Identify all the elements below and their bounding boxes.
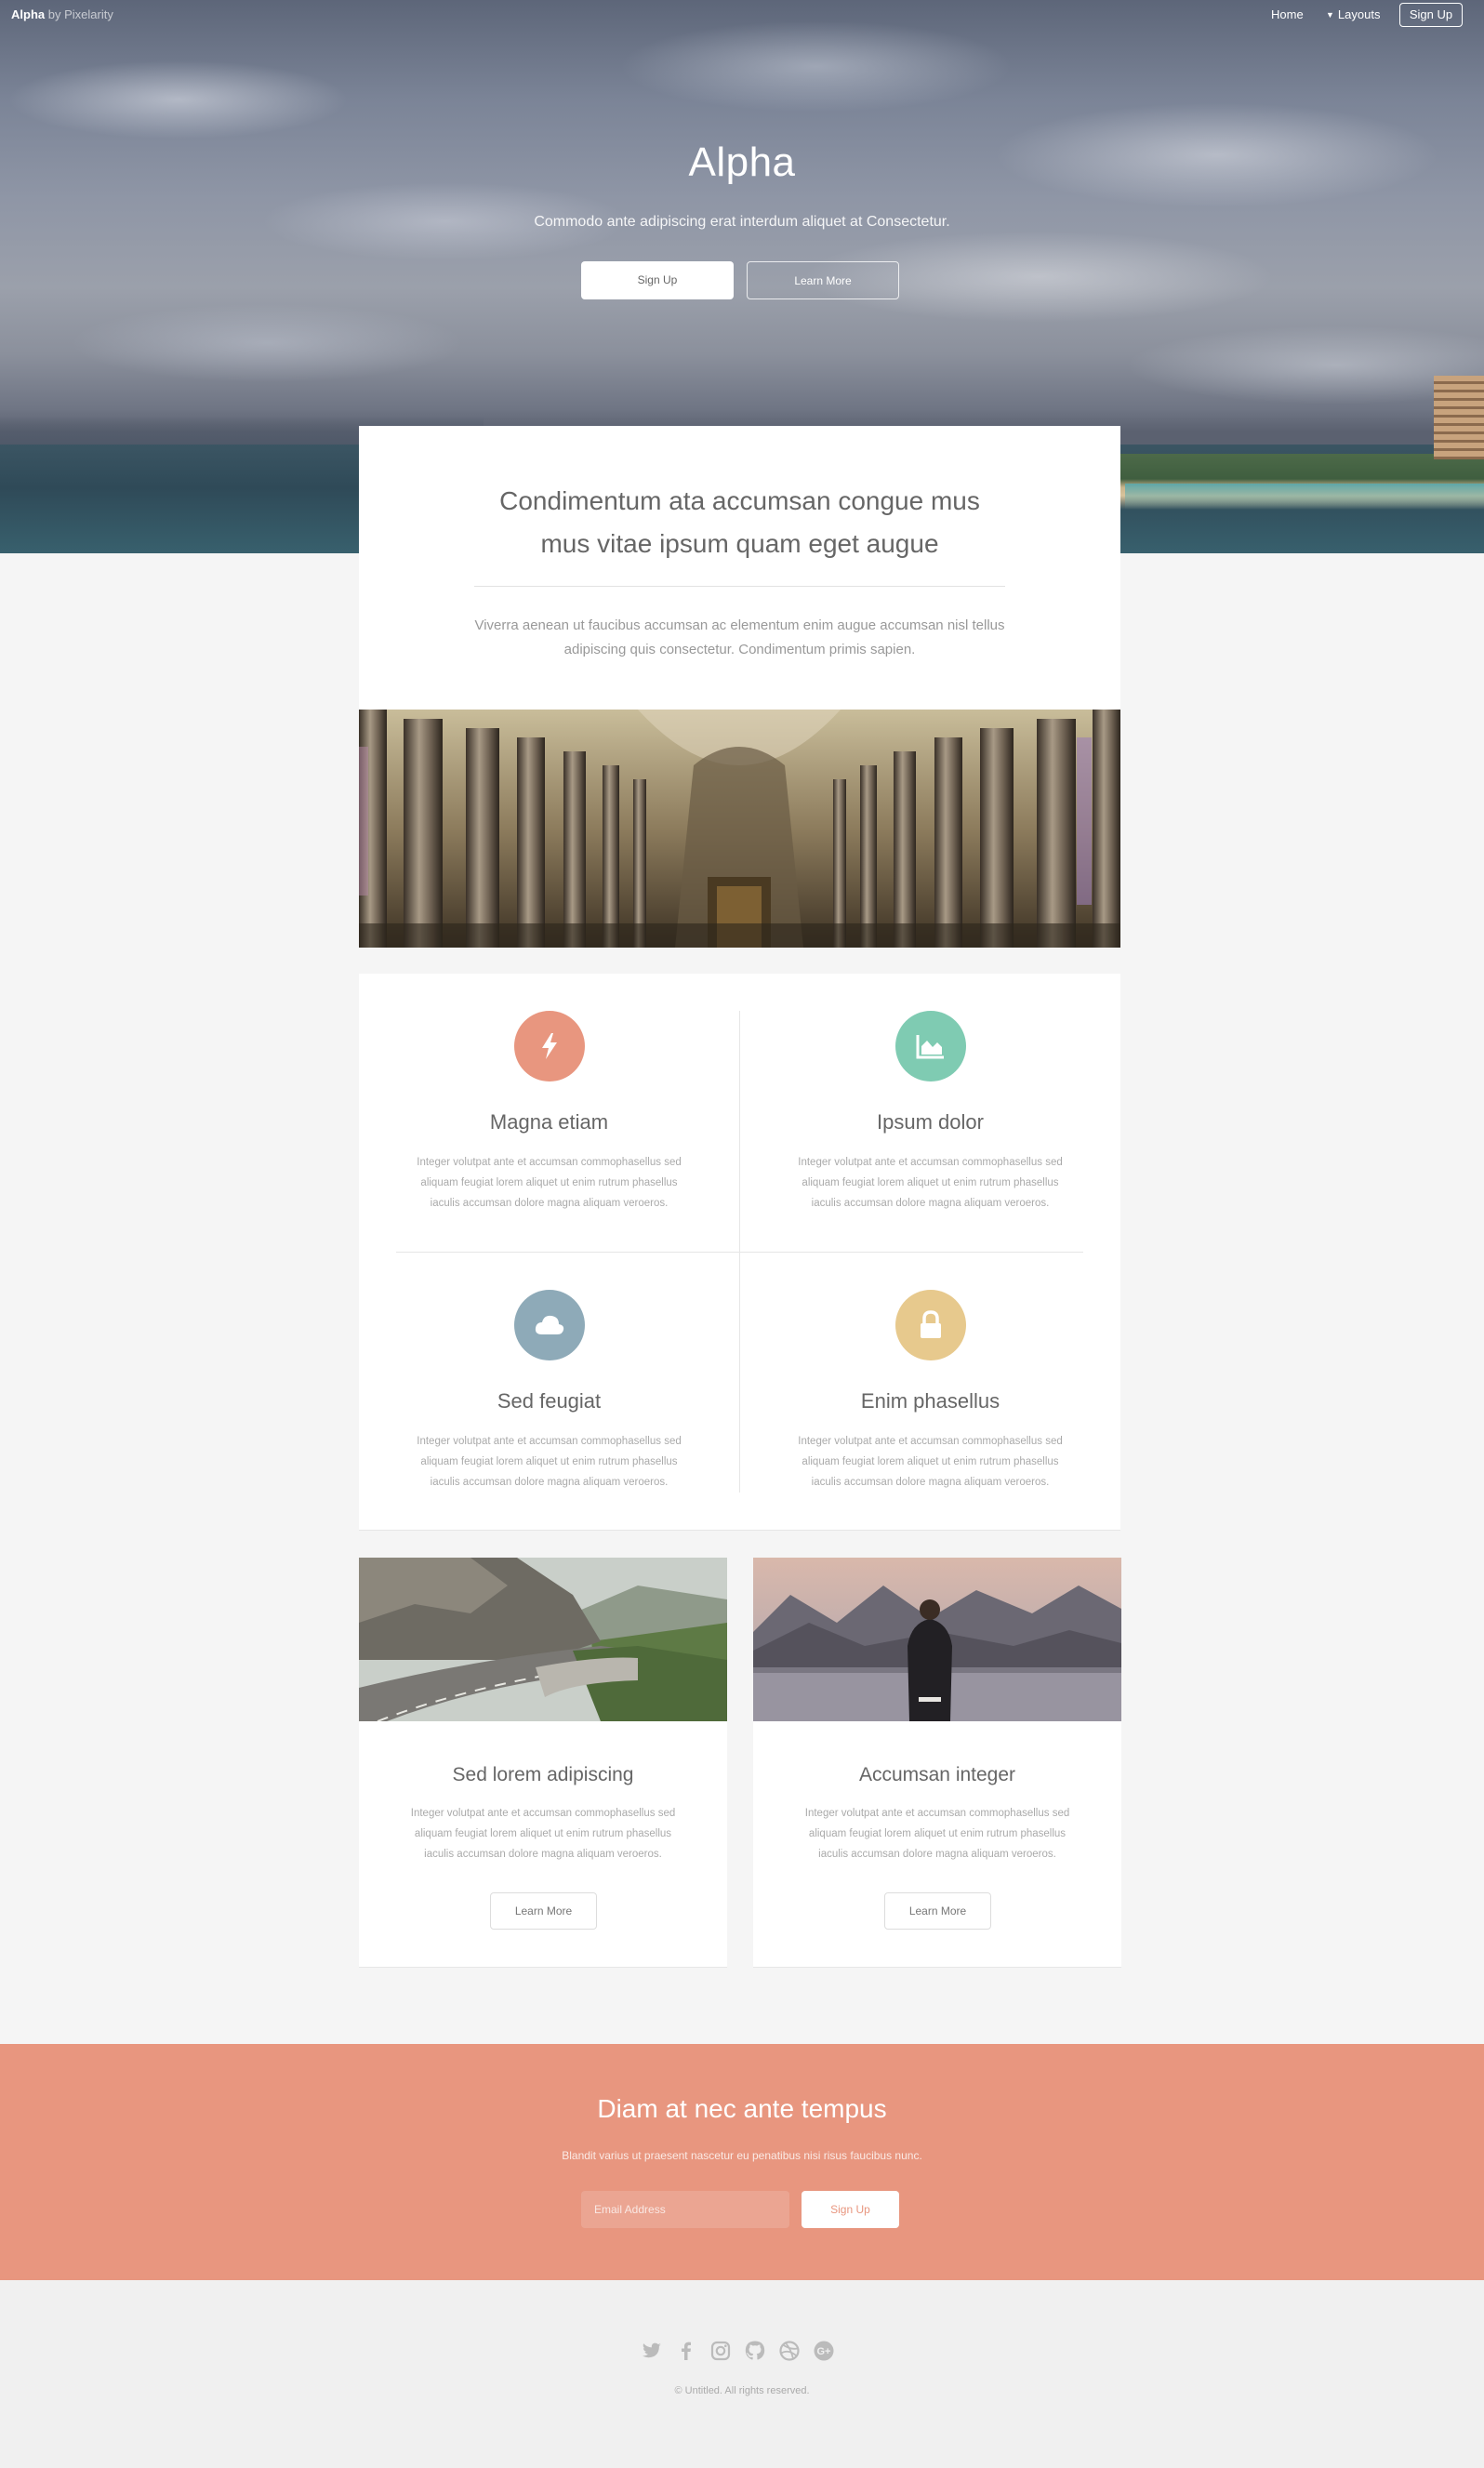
feature-enim-phasellus: Enim phasellus Integer volutpat ante et … bbox=[740, 1253, 1120, 1531]
dribbble-icon[interactable] bbox=[777, 2339, 802, 2363]
box-learn-more-button[interactable]: Learn More bbox=[884, 1892, 991, 1930]
feature-icon-circle bbox=[514, 1011, 585, 1081]
box-text: Integer volutpat ante et accumsan commop… bbox=[804, 1808, 1070, 1860]
google-plus-icon[interactable]: G+ bbox=[812, 2339, 836, 2363]
intro-divider bbox=[474, 586, 1005, 587]
footer: G+ © Untitled. All rights reserved. bbox=[0, 2280, 1484, 2468]
hero-learn-more-button[interactable]: Learn More bbox=[747, 261, 899, 299]
cathedral-illustration bbox=[359, 710, 1120, 948]
feature-text: Integer volutpat ante et accumsan commop… bbox=[417, 1157, 682, 1209]
hero-surf bbox=[1125, 484, 1484, 510]
feature-text: Integer volutpat ante et accumsan commop… bbox=[417, 1436, 682, 1488]
cta-subtitle: Blandit varius ut praesent nascetur eu p… bbox=[562, 2149, 922, 2162]
instagram-icon[interactable] bbox=[709, 2339, 733, 2363]
intro-headline: Condimentum ata accumsan congue mus mus … bbox=[359, 480, 1120, 565]
features-card: Magna etiam Integer volutpat ante et acc… bbox=[359, 974, 1120, 1530]
box-sed-lorem: Sed lorem adipiscing Integer volutpat an… bbox=[359, 1558, 727, 1967]
feature-ipsum-dolor: Ipsum dolor Integer volutpat ante et acc… bbox=[740, 974, 1120, 1252]
twitter-icon[interactable] bbox=[640, 2339, 664, 2363]
feature-text: Integer volutpat ante et accumsan commop… bbox=[798, 1157, 1063, 1209]
feature-title: Enim phasellus bbox=[860, 1389, 1000, 1413]
nav-home-link[interactable]: Home bbox=[1271, 7, 1304, 21]
feature-sed-feugiat: Sed feugiat Integer volutpat ante et acc… bbox=[359, 1253, 739, 1531]
nav-layouts-dropdown[interactable]: ▼ Layouts bbox=[1326, 7, 1380, 21]
nav-layouts-label: Layouts bbox=[1337, 7, 1381, 21]
feature-magna-etiam: Magna etiam Integer volutpat ante et acc… bbox=[359, 974, 739, 1252]
hero-subtitle: Commodo ante adipiscing erat interdum al… bbox=[534, 214, 950, 230]
feature-text: Integer volutpat ante et accumsan commop… bbox=[798, 1436, 1063, 1488]
intro-headline-line1: Condimentum ata accumsan congue mus bbox=[499, 486, 980, 515]
feature-title: Sed feugiat bbox=[497, 1389, 602, 1413]
cloud-icon bbox=[535, 1315, 564, 1334]
cathedral-image bbox=[359, 710, 1120, 948]
bolt-icon bbox=[542, 1033, 557, 1059]
hero-title: Alpha bbox=[688, 139, 796, 185]
intro-text: Viverra aenean ut faucibus accumsan ac e… bbox=[474, 617, 1005, 657]
signup-cta-section: Diam at nec ante tempus Blandit varius u… bbox=[0, 2044, 1484, 2280]
box-text: Integer volutpat ante et accumsan commop… bbox=[410, 1808, 676, 1860]
lake-person-illustration bbox=[753, 1558, 1121, 1721]
svg-text:G+: G+ bbox=[817, 2346, 831, 2357]
brand[interactable]: Alpha by Pixelarity bbox=[11, 7, 113, 21]
brand-suffix: by Pixelarity bbox=[47, 7, 113, 21]
feature-icon-circle bbox=[514, 1290, 585, 1360]
intro-card: Condimentum ata accumsan congue mus mus … bbox=[359, 426, 1120, 710]
chevron-down-icon: ▼ bbox=[1326, 10, 1334, 20]
brand-name: Alpha bbox=[11, 7, 46, 21]
intro-headline-line2: mus vitae ipsum quam eget augue bbox=[540, 529, 939, 558]
hero-signup-button[interactable]: Sign Up bbox=[581, 261, 734, 299]
copyright-text: © Untitled. All rights reserved. bbox=[674, 2385, 810, 2396]
feature-title: Magna etiam bbox=[489, 1110, 609, 1134]
box-learn-more-button[interactable]: Learn More bbox=[490, 1892, 597, 1930]
hero-building bbox=[1434, 376, 1484, 459]
mountain-road-illustration bbox=[359, 1558, 727, 1721]
box-title: Sed lorem adipiscing bbox=[452, 1764, 634, 1785]
social-icons: G+ bbox=[640, 2339, 844, 2365]
box-title: Accumsan integer bbox=[858, 1764, 1016, 1785]
box-accumsan-integer: Accumsan integer Integer volutpat ante e… bbox=[753, 1558, 1121, 1967]
mountain-road-image bbox=[359, 1558, 727, 1721]
github-icon[interactable] bbox=[743, 2339, 767, 2363]
lock-icon bbox=[921, 1310, 941, 1338]
lake-person-image bbox=[753, 1558, 1121, 1721]
feature-title: Ipsum dolor bbox=[877, 1110, 984, 1134]
cta-signup-button[interactable]: Sign Up bbox=[802, 2191, 899, 2228]
nav-signup-button[interactable]: Sign Up bbox=[1399, 3, 1463, 27]
top-nav: Alpha by Pixelarity Home ▼ Layouts Sign U… bbox=[0, 0, 1484, 30]
cta-title: Diam at nec ante tempus bbox=[597, 2094, 887, 2123]
email-field[interactable] bbox=[581, 2191, 789, 2228]
feature-icon-circle bbox=[895, 1290, 966, 1360]
feature-icon-circle bbox=[895, 1011, 966, 1081]
facebook-icon[interactable] bbox=[674, 2339, 698, 2363]
area-chart-icon bbox=[916, 1035, 944, 1059]
